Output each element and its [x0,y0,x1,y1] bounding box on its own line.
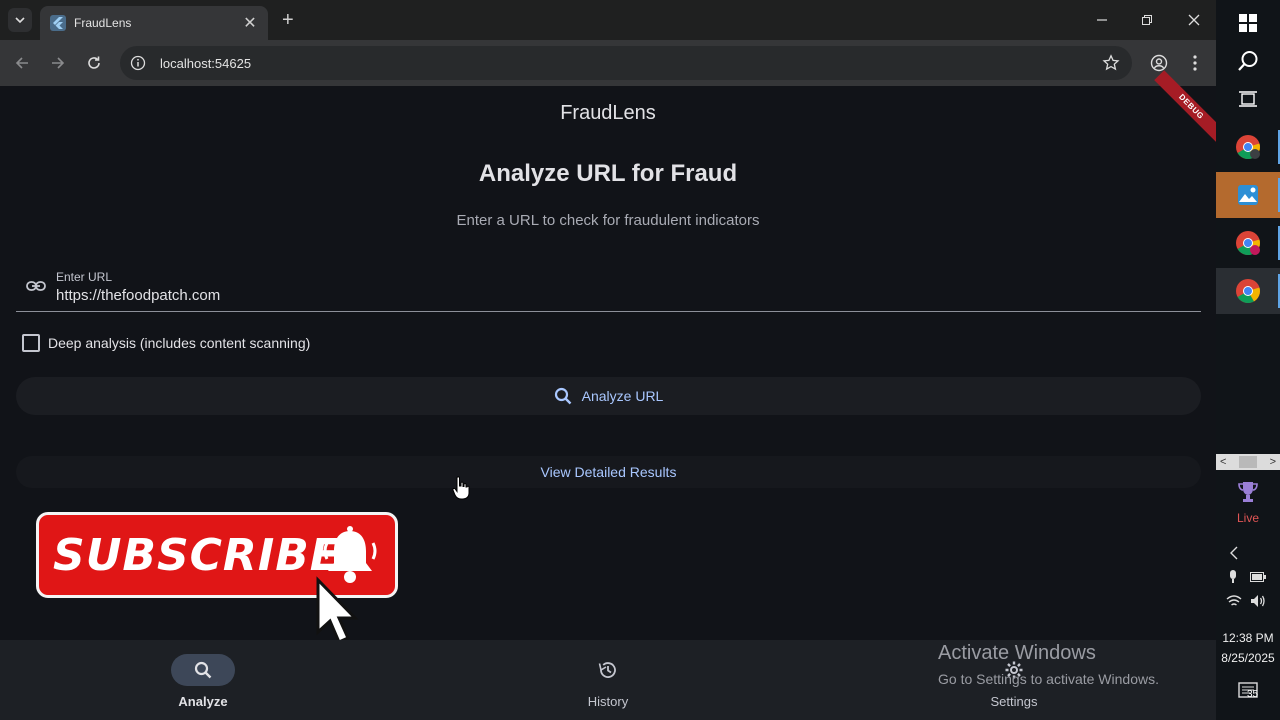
view-detailed-results-button[interactable]: View Detailed Results [16,456,1201,488]
wifi-icon[interactable] [1226,594,1242,608]
watermark-title: Activate Windows [938,642,1096,664]
chrome-icon [1236,135,1260,160]
url-input-field[interactable]: Enter URL https://thefoodpatch.com [16,264,1201,312]
task-view-button[interactable] [1216,76,1280,122]
windows-taskbar [1216,0,1280,720]
watermark-subtitle: Go to Settings to activate Windows. [938,671,1159,687]
tab-search-button[interactable] [8,8,32,32]
hand-cursor [452,476,470,500]
forward-button[interactable] [47,52,69,74]
nav-label-history: History [587,694,629,709]
tab-close-icon[interactable]: ✕ [242,13,258,33]
search-icon [1238,51,1258,71]
chrome-icon [1236,231,1260,256]
page-heading: Analyze URL for Fraud [478,160,738,187]
taskbar-chrome-active[interactable] [1216,268,1280,314]
search-icon [194,661,212,679]
browser-tab[interactable]: FraudLens ✕ [40,6,268,40]
history-icon [598,662,616,678]
close-icon [1188,14,1200,26]
show-hidden-icons-chevron-icon[interactable] [1228,546,1240,560]
back-button[interactable] [11,52,33,74]
news-widget[interactable]: Live [1216,480,1280,525]
chevron-left-icon[interactable]: < [1220,456,1226,468]
flutter-icon [50,15,66,31]
notification-center-button[interactable]: 35 [1238,682,1260,707]
chrome-icon [1236,279,1260,304]
deep-analysis-option[interactable]: Deep analysis (includes content scanning… [22,334,310,352]
bookmark-star-icon[interactable] [1102,54,1120,72]
notification-count: 35 [1247,689,1259,700]
restore-button[interactable] [1132,6,1162,34]
scroll-thumb[interactable] [1239,456,1257,468]
restore-icon [1142,15,1152,25]
address-bar[interactable]: localhost:54625 [120,46,1132,80]
news-live-label: Live [1236,511,1259,525]
trophy-icon [1238,482,1258,502]
url-input-label: Enter URL [56,270,113,284]
activate-windows-watermark: Activate Windows Go to Settings to activ… [938,642,1159,687]
taskbar-chrome-profile-g[interactable] [1216,124,1280,170]
nav-indicator [171,654,235,686]
address-url[interactable]: localhost:54625 [160,56,251,71]
deep-analysis-checkbox[interactable] [22,334,40,352]
reload-icon [88,56,100,69]
profile-icon [1150,54,1168,72]
volume-icon[interactable] [1250,594,1266,608]
battery-icon[interactable] [1250,572,1266,582]
link-icon [26,281,46,291]
kebab-menu-icon [1193,55,1197,71]
url-input-value[interactable]: https://thefoodpatch.com [56,287,220,304]
nav-label-settings: Settings [990,694,1038,709]
reload-button[interactable] [83,52,105,74]
tab-title: FraudLens [74,16,132,30]
clock-time: 12:38 PM [1222,631,1274,645]
profile-button[interactable] [1148,52,1170,74]
browser-menu-button[interactable] [1184,52,1206,74]
analyze-url-button[interactable]: Analyze URL [16,377,1201,415]
new-tab-button[interactable]: + [282,10,294,30]
taskbar-chrome-profile-a[interactable] [1216,220,1280,266]
subscribe-text: SUBSCRIBE [53,529,341,581]
minimize-button[interactable] [1087,6,1117,34]
app-bar-title: FraudLens [560,102,656,124]
windows-logo-icon [1239,14,1257,32]
view-detailed-results-label: View Detailed Results [540,464,677,480]
browser-tab-bar: FraudLens ✕ + [0,0,1216,40]
nav-item-history[interactable]: History [548,654,668,709]
arrow-left-icon [15,57,28,69]
pointer-cursor-graphic [316,576,359,644]
close-window-button[interactable] [1179,6,1209,34]
app-viewport: FraudLens DEBUG Analyze URL for Fraud En… [0,70,1228,720]
taskbar-scroll-strip[interactable]: < > [1216,454,1280,470]
chevron-right-icon[interactable]: > [1270,456,1276,468]
nav-item-analyze[interactable]: Analyze [143,654,263,709]
search-icon [554,387,571,405]
taskbar-photos-app[interactable] [1216,172,1280,218]
site-info-icon[interactable] [130,55,146,71]
photos-icon [1238,185,1258,205]
minimize-icon [1097,19,1107,21]
chevron-down-icon [15,17,25,24]
nav-label-analyze: Analyze [178,694,228,709]
analyze-url-label: Analyze URL [581,388,664,404]
arrow-right-icon [52,57,65,69]
task-view-icon [1239,91,1257,107]
page-subheading: Enter a URL to check for fraudulent indi… [456,212,760,229]
taskbar-clock[interactable]: 12:38 PM 8/25/2025 [1216,628,1280,668]
deep-analysis-label[interactable]: Deep analysis (includes content scanning… [48,335,310,351]
browser-toolbar: localhost:54625 [0,40,1216,86]
clock-date: 8/25/2025 [1221,651,1275,665]
microphone-icon[interactable] [1227,570,1239,584]
